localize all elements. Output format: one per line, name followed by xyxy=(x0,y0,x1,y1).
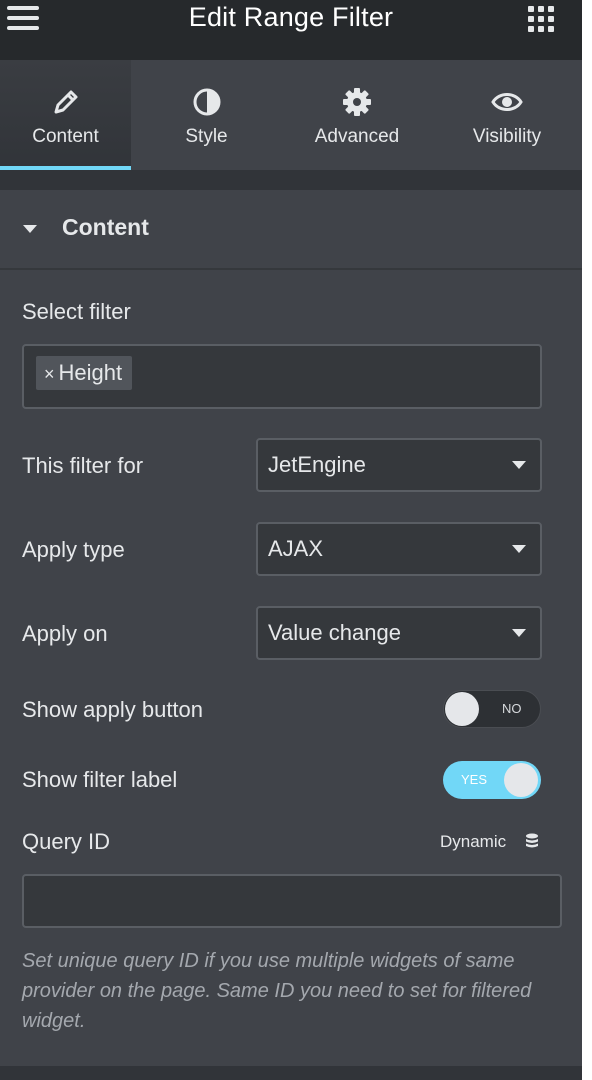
eye-icon xyxy=(491,93,523,111)
grid-icon[interactable] xyxy=(528,6,556,34)
toggle-knob xyxy=(504,763,538,797)
tab-advanced-label: Advanced xyxy=(314,126,400,147)
panel-header: Edit Range Filter xyxy=(0,0,582,60)
show-apply-button-label: Show apply button xyxy=(22,697,204,722)
section-title: Content xyxy=(62,214,149,240)
chevron-down-icon xyxy=(512,629,526,637)
pencil-icon xyxy=(54,90,77,114)
tabs-separator xyxy=(0,170,582,190)
apply-on-label: Apply on xyxy=(22,621,108,646)
dynamic-tags-button[interactable]: Dynamic xyxy=(440,832,506,852)
apply-on-select[interactable]: Value change xyxy=(256,606,542,660)
filter-tag-label: Height xyxy=(58,360,123,385)
panel-tabs: Content Style Advanced Visibility xyxy=(0,60,582,170)
apply-type-label: Apply type xyxy=(22,537,125,562)
tab-style[interactable]: Style xyxy=(131,60,282,170)
query-id-label: Query ID xyxy=(22,829,111,854)
apply-type-value: AJAX xyxy=(268,536,324,561)
filter-for-value: JetEngine xyxy=(268,452,366,477)
tab-visibility[interactable]: Visibility xyxy=(432,60,582,170)
tab-content[interactable]: Content xyxy=(0,60,131,170)
tab-advanced[interactable]: Advanced xyxy=(282,60,432,170)
panel-edge xyxy=(582,0,592,1080)
show-filter-label-label: Show filter label xyxy=(22,767,178,792)
select-filter-input[interactable]: × Height xyxy=(22,344,542,409)
panel-title: Edit Range Filter xyxy=(188,2,394,32)
filter-tag: × Height xyxy=(36,356,133,390)
chevron-down-icon xyxy=(512,545,526,553)
filter-for-label: This filter for xyxy=(22,453,144,478)
apply-on-value: Value change xyxy=(268,620,401,645)
filter-for-select[interactable]: JetEngine xyxy=(256,438,542,492)
toggle-knob xyxy=(445,692,479,726)
show-apply-button-toggle[interactable]: NO xyxy=(443,690,541,728)
apply-type-select[interactable]: AJAX xyxy=(256,522,542,576)
database-icon[interactable] xyxy=(524,833,540,851)
section-header-content[interactable]: Content xyxy=(0,190,582,270)
tab-visibility-label: Visibility xyxy=(472,126,542,147)
tab-style-label: Style xyxy=(185,126,228,147)
show-filter-label-toggle[interactable]: YES xyxy=(443,761,541,799)
gear-icon xyxy=(343,88,371,116)
query-id-input[interactable] xyxy=(22,874,562,928)
section-divider xyxy=(0,1066,582,1080)
query-id-description: Set unique query ID if you use multiple … xyxy=(22,950,532,1032)
toggle-state-text: YES xyxy=(461,772,488,787)
tab-content-label: Content xyxy=(32,126,99,147)
tag-remove-icon[interactable]: × xyxy=(44,364,55,384)
caret-down-icon xyxy=(23,225,37,233)
half-circle-icon xyxy=(193,88,220,116)
chevron-down-icon xyxy=(512,461,526,469)
toggle-state-text: NO xyxy=(502,701,522,716)
editor-panel: Edit Range Filter Content Style Advanced… xyxy=(0,0,582,1080)
select-filter-label: Select filter xyxy=(22,299,131,324)
